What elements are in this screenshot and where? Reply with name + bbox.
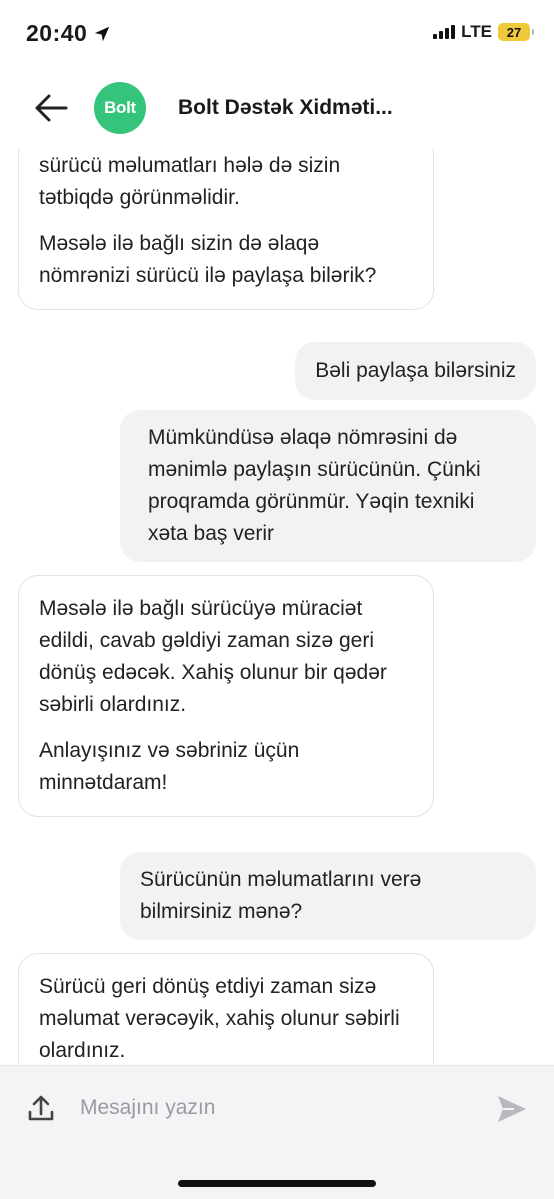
arrow-left-icon — [35, 94, 68, 122]
home-indicator[interactable] — [178, 1180, 376, 1187]
message-user: Sürücünün məlumatlarını verə bilmirsiniz… — [120, 852, 536, 940]
message-support: Məsələ ilə bağlı sürücüyə müraciət edild… — [18, 575, 434, 817]
message-text: Bəli paylaşa bilərsiniz — [315, 359, 516, 382]
message-support: sürücü məlumatları hələ də sizin tətbiqd… — [18, 148, 434, 310]
message-input[interactable] — [80, 1090, 460, 1126]
chat-thread: sürücü məlumatları hələ də sizin tətbiqd… — [0, 148, 554, 1065]
location-arrow-icon — [95, 26, 110, 41]
clock: 20:40 — [26, 20, 88, 46]
message-support: Sürücü geri dönüş etdiyi zaman sizə məlu… — [18, 953, 434, 1065]
status-bar: 20:40 LTE 27 — [0, 0, 554, 70]
message-user: Mümkündüsə əlaqə nömrəsini də mənimlə pa… — [120, 410, 536, 562]
message-text: Sürücü geri dönüş etdiyi zaman sizə məlu… — [39, 975, 400, 1062]
message-composer — [0, 1065, 554, 1151]
message-user: Bəli paylaşa bilərsiniz — [295, 342, 536, 400]
battery-icon: 27 — [498, 23, 534, 41]
status-time: 20:40 — [26, 20, 111, 47]
send-icon[interactable] — [496, 1094, 528, 1124]
status-indicators: LTE 27 — [433, 22, 534, 42]
message-text: Anlayışınız və səbriniz üçün minnətdaram… — [39, 739, 300, 794]
message-text: sürücü məlumatları hələ də sizin tətbiqd… — [39, 154, 341, 209]
chat-title: Bolt Dəstək Xidməti... — [178, 96, 393, 119]
avatar: Bolt — [94, 82, 146, 134]
message-text: Sürücünün məlumatlarını verə bilmirsiniz… — [140, 868, 422, 923]
message-text: Məsələ ilə bağlı sürücüyə müraciət edild… — [39, 597, 387, 716]
signal-icon — [433, 25, 456, 39]
upload-icon[interactable] — [28, 1094, 54, 1122]
chat-header: Bolt Bolt Dəstək Xidməti... — [0, 70, 554, 148]
message-text: Məsələ ilə bağlı sizin də əlaqə nömrəniz… — [39, 232, 377, 287]
message-text: Mümkündüsə əlaqə nömrəsini də mənimlə pa… — [148, 426, 481, 545]
home-area — [0, 1151, 554, 1199]
battery-level: 27 — [506, 24, 522, 40]
network-label: LTE — [461, 22, 492, 41]
avatar-logo-text: Bolt — [104, 98, 136, 117]
back-button[interactable] — [34, 92, 70, 124]
